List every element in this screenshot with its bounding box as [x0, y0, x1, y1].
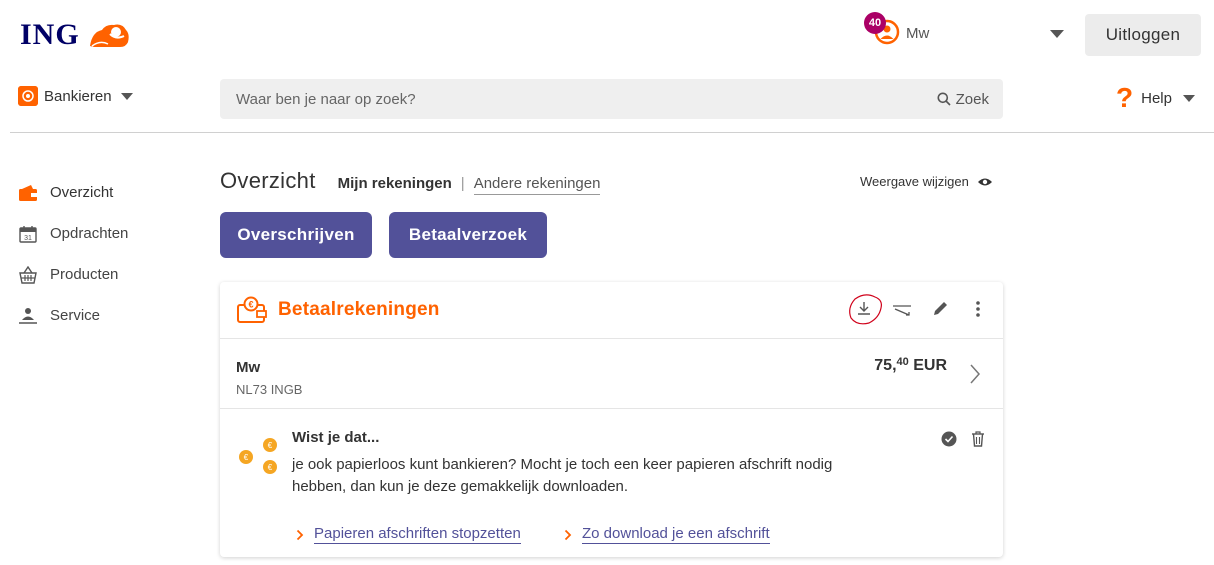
wallet-icon	[18, 183, 38, 203]
tip-actions	[941, 431, 985, 447]
page-title: Overzicht	[220, 168, 316, 193]
account-balance: 75,40 EUR	[874, 356, 947, 375]
bank-menu-label: Bankieren	[44, 87, 112, 105]
chevron-right-icon	[296, 529, 304, 540]
help-menu[interactable]: ? Help	[1116, 84, 1195, 112]
sidebar-item-service[interactable]: Service	[18, 295, 128, 336]
pencil-icon	[934, 302, 947, 315]
chevron-right-icon[interactable]	[969, 363, 981, 385]
view-toggle-button[interactable]: Weergave wijzigen	[860, 174, 993, 189]
ing-logo[interactable]: ING	[20, 18, 132, 52]
payment-request-button[interactable]: Betaalverzoek	[389, 212, 547, 258]
search-input[interactable]	[220, 79, 937, 119]
download-icon	[849, 294, 882, 325]
account-row[interactable]: Mw NL73 INGB 75,40 EUR	[220, 339, 1003, 409]
basket-icon	[18, 265, 38, 285]
sidebar-item-label: Opdrachten	[50, 225, 129, 242]
help-caret-icon	[1182, 94, 1195, 102]
user-menu[interactable]: 40 Mw	[862, 10, 929, 50]
tab-andere-rekeningen[interactable]: Andere rekeningen	[473, 175, 601, 195]
more-options-button[interactable]	[967, 296, 989, 322]
balance-cents: 40	[896, 356, 909, 368]
lion-small-icon	[18, 86, 38, 106]
service-person-icon	[18, 306, 38, 326]
filter-button[interactable]	[891, 296, 913, 322]
svg-text:€: €	[248, 300, 253, 310]
payment-accounts-card: € Betaalrekeningen Mw NL73 INGB 75,40 EU…	[220, 282, 1003, 557]
search-icon	[937, 92, 951, 106]
chevron-right-icon	[564, 529, 572, 540]
search-bar: Zoek	[220, 79, 1003, 119]
balance-currency: EUR	[913, 357, 947, 374]
sidebar-item-label: Service	[50, 307, 101, 324]
bank-menu[interactable]: Bankieren	[18, 86, 133, 106]
search-button-label: Zoek	[955, 90, 989, 108]
download-button[interactable]	[849, 294, 882, 325]
header-divider	[10, 132, 1214, 133]
balance-whole: 75,	[874, 357, 897, 374]
svg-text:€: €	[268, 463, 273, 472]
stop-paper-statements-link[interactable]: Papieren afschriften stopzetten	[296, 525, 521, 544]
question-mark-icon: ?	[1116, 82, 1134, 113]
svg-text:€: €	[244, 453, 249, 462]
tab-mijn-rekeningen[interactable]: Mijn rekeningen	[338, 175, 452, 192]
tip-title: Wist je dat...	[292, 429, 380, 446]
bank-menu-caret-icon	[120, 92, 133, 100]
wallet-euro-icon: €	[237, 296, 267, 323]
coins-icon: € € €	[239, 438, 277, 474]
calendar-icon: 31	[18, 224, 38, 244]
sidebar: Overzicht 31 Opdrachten Producten Servic…	[18, 172, 128, 336]
eye-icon	[977, 178, 992, 185]
help-label: Help	[1141, 89, 1172, 107]
tip-panel: € € € Wist je dat... je ook papierloos k…	[220, 409, 1003, 557]
view-toggle-label: Weergave wijzigen	[860, 174, 969, 189]
download-statement-link[interactable]: Zo download je een afschrift	[564, 525, 770, 544]
account-iban: NL73 INGB	[236, 382, 303, 397]
search-button[interactable]: Zoek	[937, 91, 1003, 108]
sidebar-item-opdrachten[interactable]: 31 Opdrachten	[18, 213, 128, 254]
more-vertical-icon	[976, 301, 980, 317]
tip-text: je ook papierloos kunt bankieren? Mocht …	[292, 456, 833, 495]
notification-badge[interactable]: 40	[864, 12, 886, 34]
main-header: Overzicht Mijn rekeningen | Andere reken…	[220, 168, 601, 195]
logout-button[interactable]: Uitloggen	[1085, 14, 1201, 56]
link-label: Zo download je een afschrift	[582, 525, 770, 544]
transfer-button[interactable]: Overschrijven	[220, 212, 372, 258]
check-circle-icon[interactable]	[941, 431, 957, 447]
account-name: Mw	[236, 359, 261, 376]
filter-arrows-icon	[893, 305, 911, 316]
sidebar-item-label: Overzicht	[50, 184, 114, 201]
card-title: Betaalrekeningen	[278, 299, 440, 320]
link-label: Papieren afschriften stopzetten	[314, 525, 521, 544]
card-header: € Betaalrekeningen	[220, 282, 1003, 339]
trash-icon[interactable]	[971, 431, 985, 447]
user-menu-caret-icon[interactable]	[1050, 30, 1064, 38]
edit-button[interactable]	[929, 296, 951, 322]
svg-text:31: 31	[24, 235, 32, 242]
card-actions	[849, 294, 989, 325]
logo-text: ING	[20, 18, 80, 51]
sidebar-item-label: Producten	[50, 266, 119, 283]
svg-text:€: €	[268, 441, 273, 450]
lion-logo-icon	[89, 24, 129, 47]
user-name: Mw	[906, 24, 930, 42]
sidebar-item-producten[interactable]: Producten	[18, 254, 128, 295]
tab-separator: |	[460, 175, 465, 192]
sidebar-item-overzicht[interactable]: Overzicht	[18, 172, 128, 213]
